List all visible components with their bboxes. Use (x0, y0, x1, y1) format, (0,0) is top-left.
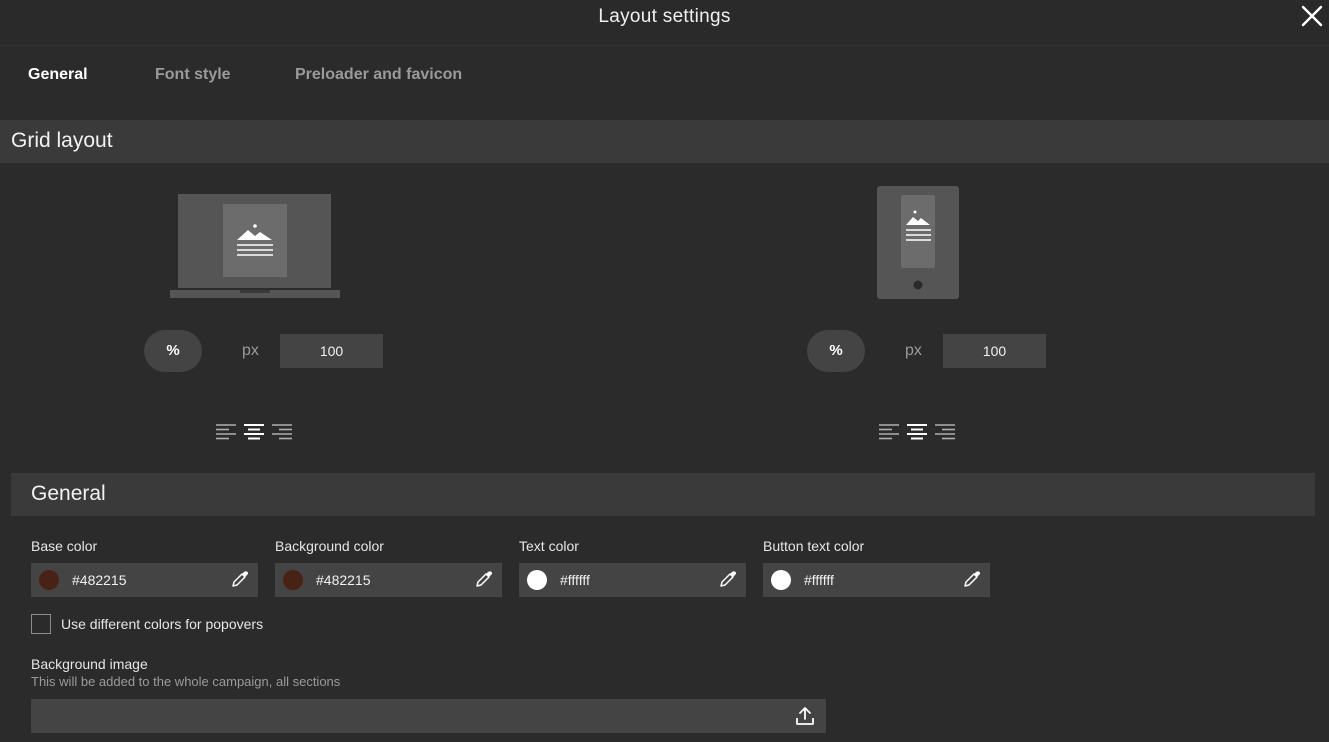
text-color-value: #ffffff (560, 572, 590, 588)
align-left-icon[interactable] (879, 423, 899, 441)
desktop-alignment-group (216, 423, 292, 441)
eyedropper-icon[interactable] (474, 569, 494, 589)
modal-title: Layout settings (598, 6, 731, 27)
background-color-field[interactable]: #482215 (275, 563, 502, 597)
desktop-unit-percent-button[interactable]: % (144, 330, 202, 372)
tab-bar: General Font style Preloader and favicon (0, 46, 1329, 120)
mobile-preview-icon (877, 186, 959, 299)
popover-colors-checkbox[interactable] (31, 614, 51, 634)
grid-layout-section-header: Grid layout (0, 120, 1329, 163)
mobile-width-input[interactable] (943, 334, 1046, 368)
text-color-field[interactable]: #ffffff (519, 563, 746, 597)
button-text-color-label: Button text color (763, 538, 865, 554)
general-section-title: General (31, 482, 106, 505)
tab-general[interactable]: General (28, 66, 88, 84)
eyedropper-icon[interactable] (718, 569, 738, 589)
background-color-value: #482215 (316, 572, 371, 588)
tab-font-style[interactable]: Font style (155, 66, 231, 84)
button-text-color-value: #ffffff (804, 572, 834, 588)
text-color-label: Text color (519, 538, 579, 554)
align-center-icon[interactable] (907, 423, 927, 441)
background-image-hint: This will be added to the whole campaign… (31, 674, 341, 689)
background-color-swatch[interactable] (283, 570, 303, 590)
desktop-width-input[interactable] (280, 334, 383, 368)
base-color-label: Base color (31, 538, 98, 554)
upload-icon[interactable] (794, 705, 816, 727)
tab-preloader-and-favicon[interactable]: Preloader and favicon (295, 66, 462, 84)
base-color-swatch[interactable] (39, 570, 59, 590)
background-image-label: Background image (31, 656, 148, 672)
base-color-field[interactable]: #482215 (31, 563, 258, 597)
grid-layout-title: Grid layout (11, 129, 113, 152)
close-icon[interactable] (1299, 3, 1325, 29)
desktop-preview-icon (170, 194, 340, 298)
general-section-header: General (11, 473, 1315, 516)
background-color-label: Background color (275, 538, 384, 554)
align-center-icon[interactable] (244, 423, 264, 441)
align-left-icon[interactable] (216, 423, 236, 441)
mobile-alignment-group (879, 423, 955, 441)
eyedropper-icon[interactable] (230, 569, 250, 589)
button-text-color-field[interactable]: #ffffff (763, 563, 990, 597)
popover-colors-label: Use different colors for popovers (61, 616, 264, 632)
mobile-unit-px-button[interactable]: px (905, 342, 922, 360)
align-right-icon[interactable] (272, 423, 292, 441)
base-color-value: #482215 (72, 572, 127, 588)
eyedropper-icon[interactable] (962, 569, 982, 589)
mobile-unit-percent-button[interactable]: % (807, 330, 865, 372)
background-image-upload-field[interactable] (31, 699, 826, 733)
text-color-swatch[interactable] (527, 570, 547, 590)
modal-header: Layout settings (0, 0, 1329, 46)
align-right-icon[interactable] (935, 423, 955, 441)
desktop-unit-px-button[interactable]: px (242, 342, 259, 360)
button-text-color-swatch[interactable] (771, 570, 791, 590)
